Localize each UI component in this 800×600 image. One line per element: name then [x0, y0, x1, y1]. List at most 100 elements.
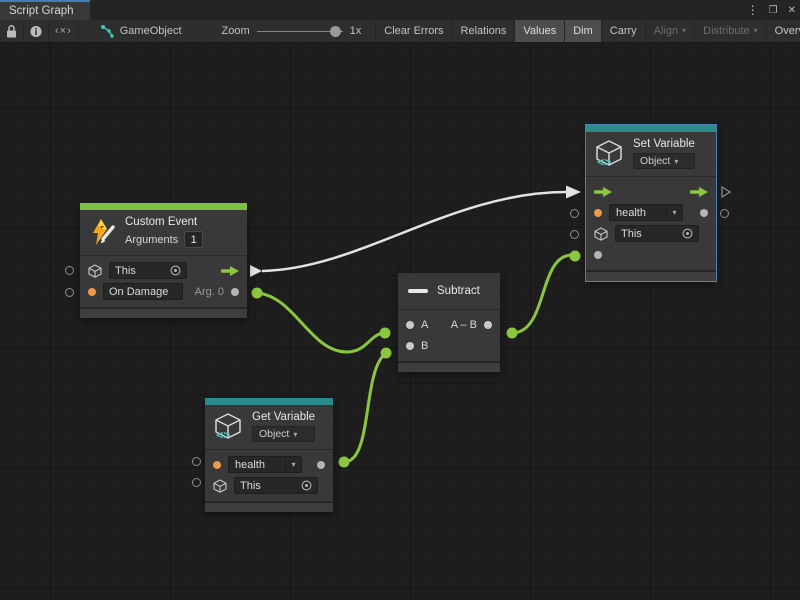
zoom-slider[interactable] [257, 31, 343, 32]
port-outer-setvariable-output[interactable] [720, 209, 729, 218]
object-picker-icon[interactable] [170, 265, 181, 276]
node-set-variable[interactable]: <> Set Variable Object health [586, 125, 716, 281]
port-row-input-value [586, 244, 716, 265]
arg0-out-port[interactable] [231, 288, 239, 296]
node-title: Custom Event [125, 216, 203, 228]
flow-wire-end-arrow [566, 186, 581, 199]
chevron-down-icon [666, 205, 682, 220]
subtract-icon [408, 289, 428, 293]
flow-out-port[interactable] [221, 266, 239, 276]
graph-icon [101, 25, 114, 38]
port-outer-setvariable-this[interactable] [570, 230, 579, 239]
lock-button[interactable] [0, 20, 24, 42]
close-icon[interactable]: ✕ [788, 5, 796, 16]
graph-toolbar: ‹×› GameObject Zoom 1x Clear Errors Rela… [0, 20, 800, 43]
port-row-event: On Damage Arg. 0 [80, 281, 247, 302]
arg-label: Arg. 0 [195, 286, 224, 298]
align-dropdown[interactable]: Align [645, 20, 694, 42]
name-value: health [229, 459, 285, 471]
target-field[interactable]: This [109, 262, 187, 279]
name-value: health [610, 207, 666, 219]
svg-text:<>: <> [597, 155, 611, 169]
name-port[interactable] [594, 209, 602, 217]
value-wire-subtract-setvariable[interactable] [512, 255, 572, 333]
tab-script-graph[interactable]: Script Graph [0, 0, 90, 20]
event-name-port[interactable] [88, 288, 96, 296]
graph-target[interactable]: GameObject [79, 20, 192, 42]
tab-bar: Script Graph ⋮ ❐ ✕ [0, 0, 800, 20]
info-button[interactable] [24, 20, 49, 42]
port-outer-getvariable-name[interactable] [192, 457, 201, 466]
port-row-name: health [205, 454, 333, 475]
name-port[interactable] [213, 461, 221, 469]
value-in-port[interactable] [594, 251, 602, 259]
lock-icon [6, 25, 17, 38]
flow-wire-customevent-setvariable[interactable] [262, 192, 566, 271]
dim-toggle[interactable]: Dim [564, 20, 601, 42]
zoom-value: 1x [350, 25, 362, 37]
target-field[interactable]: This [615, 225, 699, 242]
node-subtract[interactable]: Subtract A A – B B [398, 273, 500, 372]
port-outer-customevent-ondamage[interactable] [65, 288, 74, 297]
port-row-target: This [586, 223, 716, 244]
chevron-down-icon [285, 457, 301, 472]
graph-canvas[interactable]: Custom Event Arguments 1 This [0, 43, 800, 600]
clear-errors-button[interactable]: Clear Errors [375, 20, 451, 42]
values-toggle[interactable]: Values [514, 20, 564, 42]
zoom-slider-handle[interactable] [330, 26, 341, 37]
maximize-icon[interactable]: ❐ [769, 5, 778, 16]
gameobject-cube-icon [88, 264, 102, 278]
value-out-port[interactable] [700, 209, 708, 217]
port-outer-getvariable-this[interactable] [192, 478, 201, 487]
overview-button[interactable]: Overv [766, 20, 800, 42]
input-a-port[interactable] [406, 321, 414, 329]
port-row-target: This [205, 475, 333, 496]
arguments-count-field[interactable]: 1 [184, 231, 203, 248]
zoom-label: Zoom [222, 25, 250, 37]
variable-name-dropdown[interactable]: health [228, 456, 302, 473]
value-wire-arg0-subtractA[interactable] [257, 293, 383, 352]
node-get-variable[interactable]: <> Get Variable Object health [205, 398, 333, 512]
object-picker-icon[interactable] [682, 228, 693, 239]
port-row-a: A A – B [398, 314, 500, 335]
window-menu-icon[interactable]: ⋮ [747, 3, 759, 17]
svg-text:<>: <> [216, 428, 230, 442]
input-b-port[interactable] [406, 342, 414, 350]
port-row-target: This [80, 260, 247, 281]
graph-target-label: GameObject [120, 25, 182, 37]
gameobject-cube-icon [594, 227, 608, 241]
variable-name-dropdown[interactable]: health [609, 204, 683, 221]
port-outer-setvariable-name[interactable] [570, 209, 579, 218]
flow-in-port[interactable] [594, 187, 612, 197]
code-view-button[interactable]: ‹×› [49, 20, 79, 42]
value-wire-getvariable-subtractB[interactable] [344, 354, 385, 462]
node-color-strip [586, 125, 716, 132]
object-picker-icon[interactable] [301, 480, 312, 491]
target-field[interactable]: This [234, 477, 318, 494]
output-port[interactable] [484, 321, 492, 329]
node-title: Get Variable [252, 411, 315, 423]
custom-event-icon [88, 218, 116, 246]
arguments-label: Arguments [125, 234, 178, 246]
distribute-dropdown[interactable]: Distribute [694, 20, 765, 42]
variable-scope-dropdown[interactable]: Object [252, 426, 315, 442]
scope-value: Object [640, 155, 670, 167]
node-footer [205, 501, 333, 512]
event-name-field[interactable]: On Damage [103, 283, 183, 300]
node-color-strip [80, 203, 247, 210]
flow-wire-start-arrow [250, 265, 262, 277]
node-footer [586, 270, 716, 281]
relations-button[interactable]: Relations [452, 20, 515, 42]
port-outer-customevent-this[interactable] [65, 266, 74, 275]
flow-out-port[interactable] [690, 187, 708, 197]
node-custom-event[interactable]: Custom Event Arguments 1 This [80, 203, 247, 318]
port-outer-setvariable-flowout[interactable] [721, 186, 731, 198]
variable-scope-dropdown[interactable]: Object [633, 153, 695, 169]
zoom-control: Zoom 1x [192, 20, 370, 42]
value-out-port[interactable] [317, 461, 325, 469]
node-footer [80, 307, 247, 318]
target-value: This [115, 265, 136, 277]
carry-toggle[interactable]: Carry [601, 20, 645, 42]
variable-icon: <> [213, 412, 243, 442]
port-row-flow [586, 181, 716, 202]
